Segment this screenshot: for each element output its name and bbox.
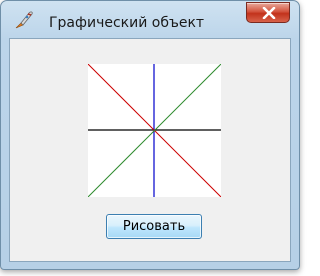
draw-button[interactable]: Рисовать [106,214,202,239]
drawing-canvas [88,64,221,197]
window-title: Графический объект [49,15,205,31]
window: Графический объект Рисовать [0,0,300,270]
client-area: Рисовать [9,38,291,262]
rocket-brush-icon [15,11,33,29]
title-bar[interactable]: Графический объект [1,1,299,37]
close-button[interactable] [246,2,290,23]
close-icon [262,7,276,19]
